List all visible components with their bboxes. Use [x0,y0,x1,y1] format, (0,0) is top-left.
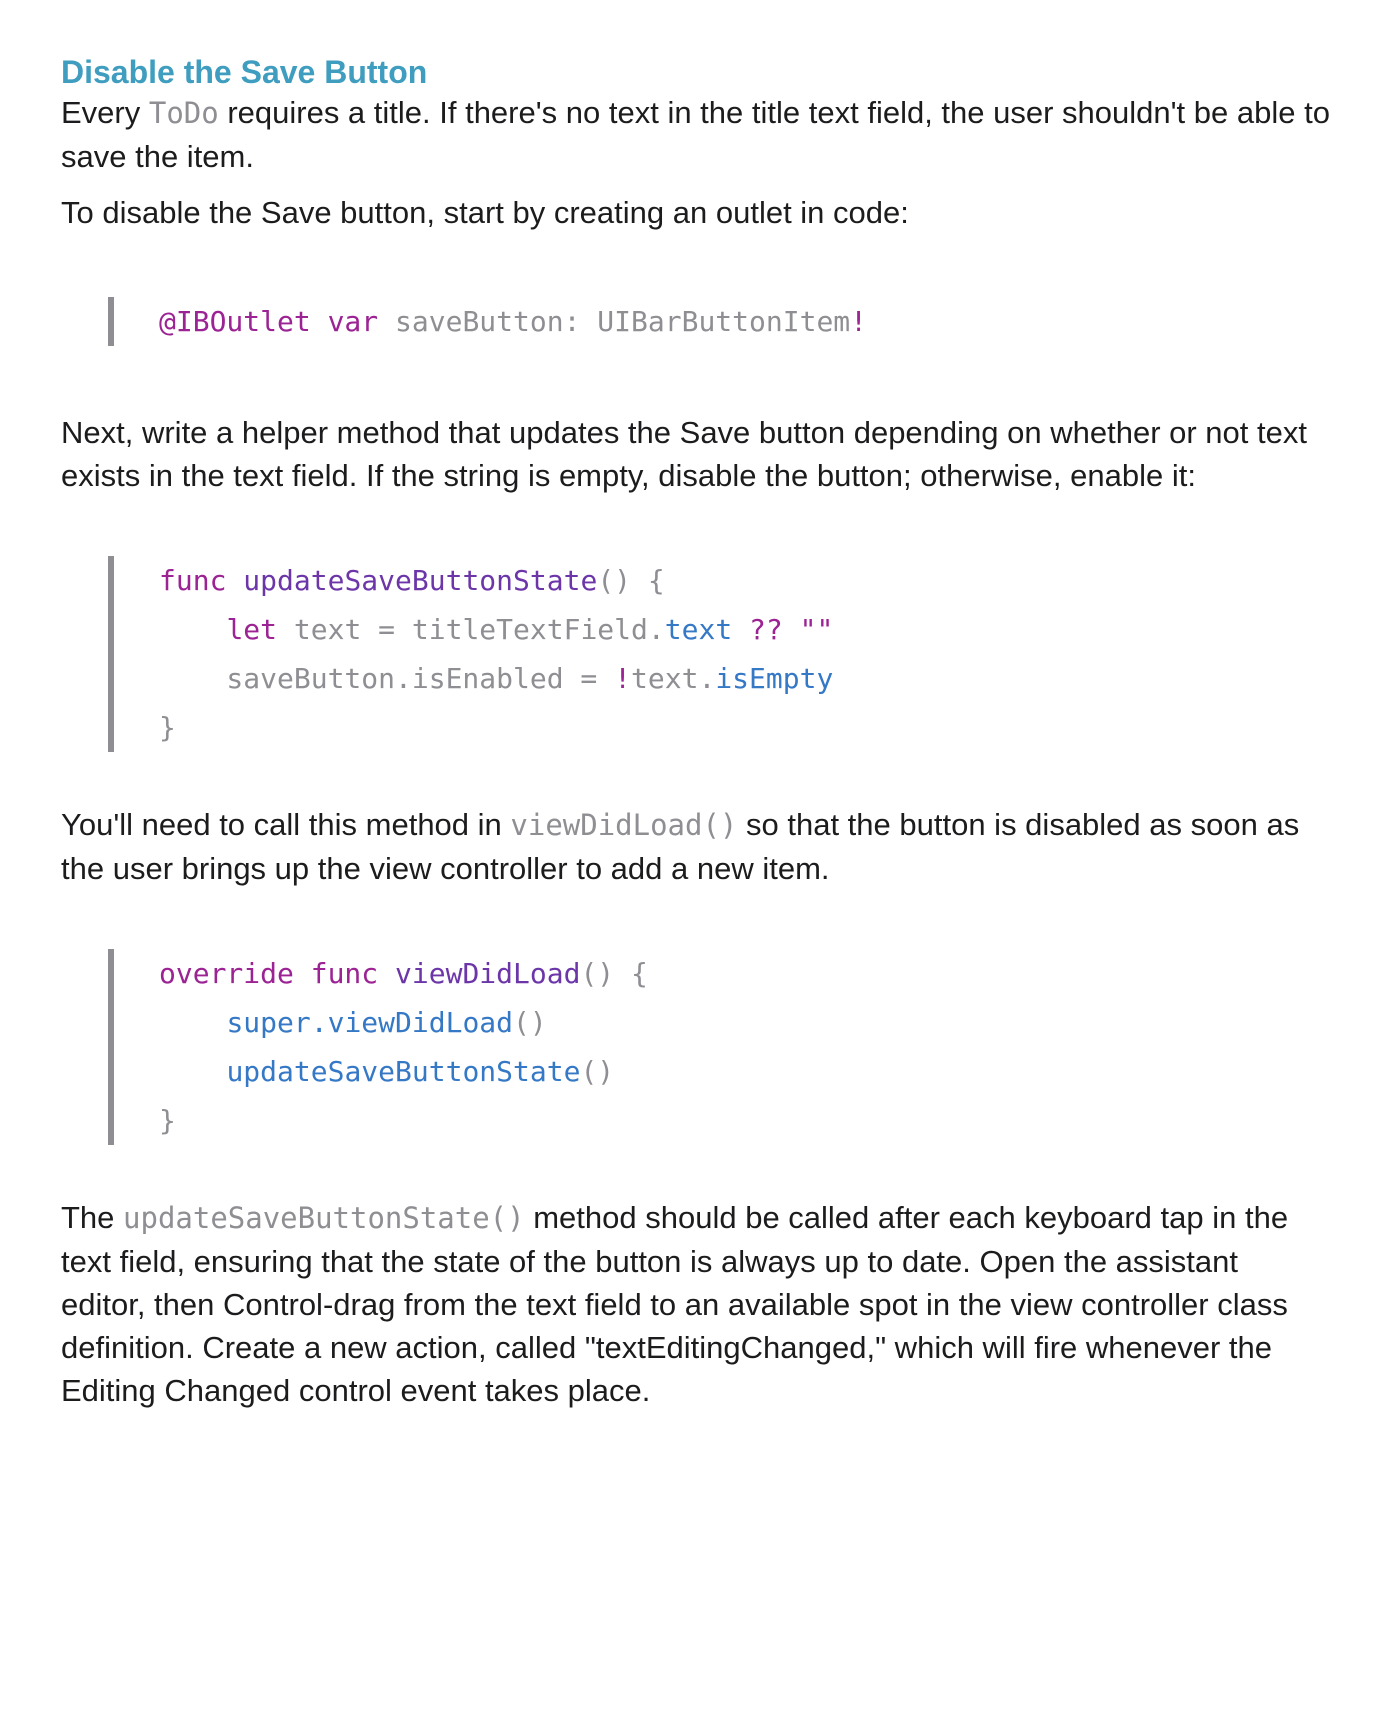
paragraph-helper-intro: Next, write a helper method that updates… [61,415,1307,493]
code-token: ?? [749,613,783,646]
code-block-outlet: @IBOutlet var saveButton: UIBarButtonIte… [108,297,867,346]
code-token: func [159,564,227,597]
code-token: text. [631,662,716,695]
paragraph-action-intro: The updateSaveButtonState() method shoul… [61,1196,1331,1412]
code-token: () [513,1006,547,1039]
code-block-viewdidload: override func viewDidLoad() { super.view… [108,949,648,1145]
inline-code: updateSaveButtonState() [123,1201,525,1235]
paragraph-viewdidload-intro: You'll need to call this method in viewD… [61,803,1331,890]
code-token: var [327,305,379,338]
code-token: text = titleTextField. [277,613,665,646]
code-token: ! [614,662,632,695]
code-token: () [580,1055,615,1088]
code-token: } [159,711,176,744]
code-block-helper: func updateSaveButtonState() { let text … [108,556,833,752]
code-token: isEmpty [715,662,834,695]
code-token: updateSaveButtonState [243,564,598,597]
code-token: updateSaveButtonState [226,1055,581,1088]
code-token: () { [597,564,665,597]
inline-code: viewDidLoad() [510,808,738,842]
code-token: } [159,1104,176,1137]
code-token: ! [850,305,868,338]
code-token: "" [799,613,834,646]
section-heading: Disable the Save Button [61,54,428,90]
paragraph-text: You'll need to call this method in [61,807,511,842]
code-token: func [310,957,379,990]
paragraph-text: requires a title. If there's no text in … [61,95,1330,174]
paragraph-text: Every [61,95,149,130]
code-token: override [159,957,294,990]
code-line: override func viewDidLoad() { [114,949,648,998]
code-token: saveButton: UIBarButtonItem [378,305,851,338]
code-token: () { [580,957,648,990]
code-line: func updateSaveButtonState() { [114,556,833,605]
code-line: @IBOutlet var saveButton: UIBarButtonIte… [114,297,867,346]
code-token: text [664,613,733,646]
code-line: super.viewDidLoad() [114,998,648,1047]
paragraph-intro: Every ToDo requires a title. If there's … [61,91,1331,178]
code-line: } [114,703,833,752]
code-token: @IBOutlet [159,305,311,338]
code-token: viewDidLoad [395,957,581,990]
code-token: super.viewDidLoad [226,1006,514,1039]
code-line: saveButton.isEnabled = !text.isEmpty [114,654,833,703]
paragraph-outlet-intro: To disable the Save button, start by cre… [61,195,909,230]
code-line: } [114,1096,648,1145]
paragraph-text: The [61,1200,124,1235]
inline-code: ToDo [148,96,219,130]
code-line: updateSaveButtonState() [114,1047,648,1096]
code-line: let text = titleTextField.text ?? "" [114,605,833,654]
code-token: saveButton.isEnabled = [159,662,615,695]
code-token: let [226,613,278,646]
